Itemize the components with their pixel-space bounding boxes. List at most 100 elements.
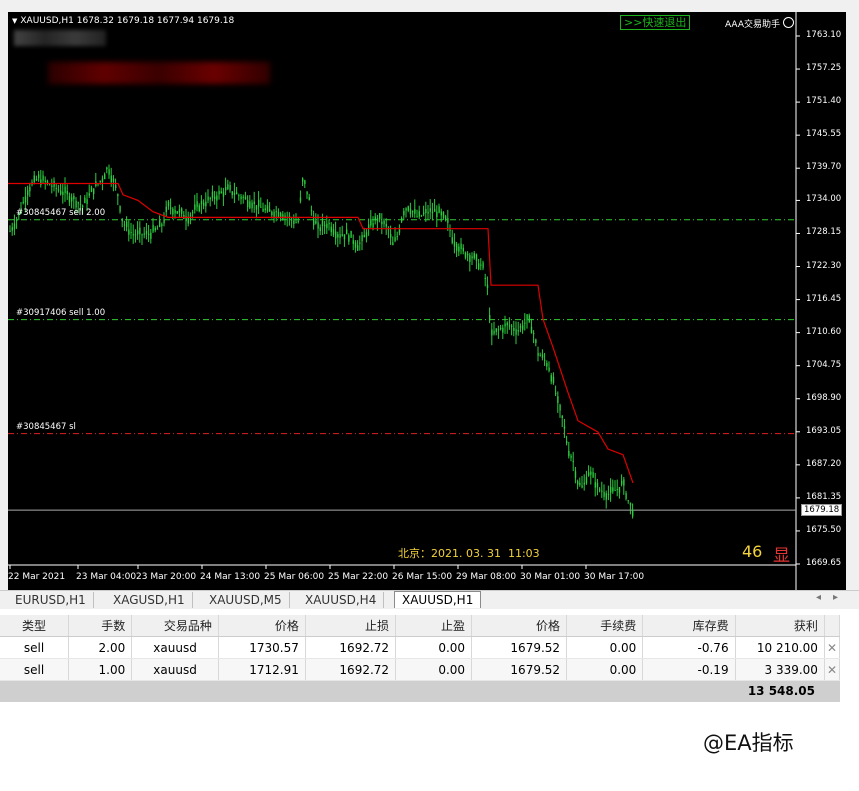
candle-body: [222, 191, 225, 197]
candle-body: [57, 189, 60, 191]
price-axis-label: 1675.50: [806, 524, 842, 535]
candle-body: [526, 314, 528, 321]
fast-exit-button[interactable]: >>快速退出: [620, 15, 691, 30]
candle-body: [517, 330, 519, 332]
column-header[interactable]: 止损: [305, 615, 397, 637]
candle-body: [269, 209, 271, 212]
candle-body: [86, 199, 88, 204]
candle-body: [266, 205, 269, 212]
candle-body: [493, 331, 495, 334]
column-header-blank: [824, 615, 841, 637]
price-axis-label: 1739.70: [806, 162, 842, 173]
candle-body: [409, 208, 412, 215]
candle-body: [315, 220, 317, 224]
candle-body: [581, 485, 583, 488]
candle-body: [225, 187, 227, 191]
column-header[interactable]: 获利: [735, 615, 825, 637]
candle-body: [260, 206, 262, 208]
column-header[interactable]: 止盈: [395, 615, 473, 637]
price-axis-label: 1710.60: [806, 326, 842, 337]
candle-body: [251, 202, 253, 209]
candle-body: [51, 185, 53, 187]
candle-body: [216, 195, 218, 201]
time-axis-label: 22 Mar 2021: [8, 572, 66, 582]
candle-body: [211, 191, 214, 198]
current-price-box: 1679.18: [801, 504, 843, 517]
candle-body: [93, 188, 95, 195]
price-axis-label: 1728.15: [806, 227, 842, 238]
trade-cell: 1679.52: [471, 658, 568, 681]
candle-body: [629, 502, 632, 506]
candle-body: [244, 196, 247, 199]
candle-body: [403, 210, 405, 216]
candle-body: [467, 253, 469, 256]
show-button[interactable]: 显: [773, 541, 790, 566]
candle-body: [229, 184, 231, 191]
column-header[interactable]: 手续费: [566, 615, 644, 637]
column-header[interactable]: 价格: [471, 615, 568, 637]
candle-body: [354, 242, 357, 248]
candle-body: [119, 206, 121, 212]
close-order-icon[interactable]: ✕: [824, 636, 841, 659]
candle-body: [236, 192, 238, 194]
candle-body: [306, 191, 308, 195]
candle-body: [299, 197, 302, 202]
tab-scroll-left-icon[interactable]: ◂: [816, 592, 821, 603]
candle-body: [258, 199, 260, 207]
chart-tab[interactable]: XAGUSD,H1: [106, 592, 193, 608]
candle-body: [317, 222, 319, 229]
candle-body: [568, 450, 570, 457]
total-row: 13 548.05: [0, 681, 840, 702]
trade-row[interactable]: sell 1.00 xauusd 1712.91 1692.72 0.00 1679.52 0…: [0, 658, 841, 681]
candle-body: [484, 278, 486, 280]
candle-body: [90, 187, 93, 192]
candle-body: [471, 256, 473, 259]
candle-body: [165, 206, 167, 213]
price-chart[interactable]: ▼ XAUUSD,H1 1678.32 1679.18 1677.94 1679.…: [8, 12, 846, 590]
chart-tab[interactable]: EURUSD,H1: [8, 592, 94, 608]
column-header[interactable]: 手数: [68, 615, 133, 637]
trade-cell: 1692.72: [305, 658, 397, 681]
candle-body: [434, 208, 436, 212]
dropdown-triangle-icon[interactable]: ▼: [12, 17, 17, 25]
candle-body: [126, 221, 128, 228]
column-header[interactable]: 交易品种: [131, 615, 219, 637]
close-order-icon[interactable]: ✕: [824, 658, 841, 681]
candle-body: [577, 481, 579, 485]
candle-body: [209, 198, 211, 200]
candle-body: [214, 196, 216, 199]
smiley-icon: [782, 17, 794, 28]
candle-body: [106, 167, 108, 170]
symbol-quote: XAUUSD,H1 1678.32 1679.18 1677.94 1679.1…: [20, 16, 235, 26]
candle-body: [189, 214, 192, 217]
chart-tab[interactable]: XAUUSD,H4: [298, 592, 385, 608]
time-axis-label: 25 Mar 06:00: [264, 572, 325, 582]
candle-body: [599, 489, 601, 491]
candle-body: [249, 201, 251, 209]
candle-body: [295, 221, 297, 223]
candle-body: [368, 224, 370, 228]
candle-body: [293, 220, 295, 224]
column-header[interactable]: 库存费: [642, 615, 736, 637]
beijing-clock: 北京：2021. 03. 31 11:03: [398, 547, 540, 560]
candle-body: [40, 179, 42, 186]
candle-body: [275, 211, 277, 213]
candle-body: [108, 169, 110, 175]
trade-row[interactable]: sell 2.00 xauusd 1730.57 1692.72 0.00 1679.52 0…: [0, 636, 841, 659]
candle-body: [528, 315, 530, 322]
candle-body: [152, 224, 154, 232]
trade-cell: sell: [0, 658, 70, 681]
column-header[interactable]: 类型: [0, 615, 70, 637]
candle-body: [42, 175, 44, 181]
trade-cell: 1692.72: [305, 636, 397, 659]
trade-cell: 3 339.00: [735, 658, 825, 681]
candle-body: [170, 207, 172, 209]
column-header[interactable]: 价格: [218, 615, 306, 637]
candle-body: [396, 236, 398, 238]
candle-body: [9, 230, 11, 232]
chart-tab[interactable]: XAUUSD,M5: [202, 592, 290, 608]
price-axis-label: 1757.25: [806, 63, 842, 74]
chart-tab[interactable]: XAUUSD,H1: [394, 591, 482, 608]
candle-body: [381, 221, 383, 225]
tab-scroll-right-icon[interactable]: ▸: [833, 592, 838, 603]
